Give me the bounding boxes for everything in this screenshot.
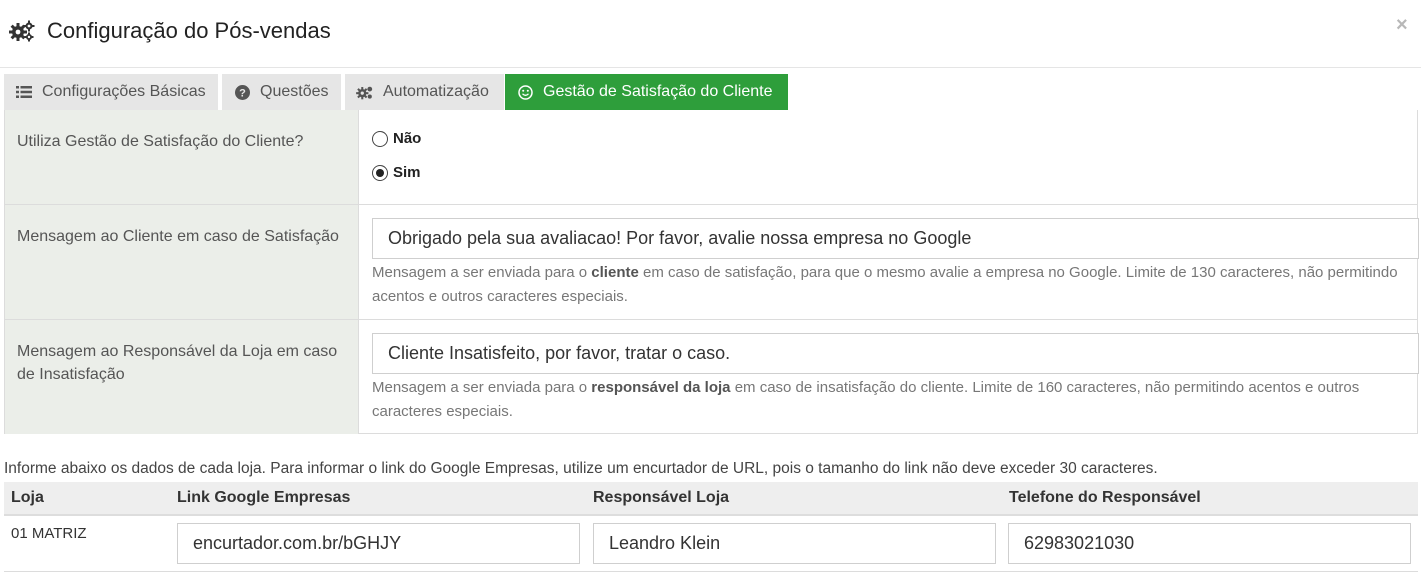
field-label: Utiliza Gestão de Satisfação do Cliente? bbox=[5, 110, 359, 204]
radio-sim[interactable]: Sim bbox=[372, 164, 421, 181]
radio-circle[interactable] bbox=[372, 130, 388, 147]
tab-label: Gestão de Satisfação do Cliente bbox=[543, 83, 773, 100]
tab-automatizacao[interactable]: Automatização bbox=[345, 74, 504, 110]
question-circle-icon: ? bbox=[233, 83, 251, 101]
column-header: Telefone do Responsável bbox=[1009, 489, 1201, 506]
tab-configuracoes-basicas[interactable]: Configurações Básicas bbox=[4, 74, 218, 110]
tab-gestao-satisfacao[interactable]: Gestão de Satisfação do Cliente bbox=[505, 74, 788, 110]
google-link-input[interactable]: encurtador.com.br/bGHJY bbox=[177, 523, 580, 564]
tab-label: Configurações Básicas bbox=[42, 83, 206, 100]
column-header: Responsável Loja bbox=[593, 489, 730, 506]
radio-nao[interactable]: Não bbox=[372, 130, 421, 147]
form-row-client-message: Mensagem ao Cliente em caso de Satisfaçã… bbox=[5, 205, 1419, 320]
form-row-manager-message: Mensagem ao Responsável da Loja em caso … bbox=[5, 320, 1419, 434]
field-label: Mensagem ao Cliente em caso de Satisfaçã… bbox=[5, 205, 359, 319]
manager-message-input[interactable]: Cliente Insatisfeito, por favor, tratar … bbox=[372, 333, 1419, 374]
help-bold: cliente bbox=[591, 264, 639, 281]
client-message-help: Mensagem a ser enviada para o cliente em… bbox=[372, 261, 1417, 308]
help-text: Mensagem a ser enviada para o bbox=[372, 264, 592, 281]
list-icon bbox=[15, 83, 33, 101]
store-name: 01 MATRIZ bbox=[11, 525, 87, 542]
modal-header: Configuração do Pós-vendas × bbox=[0, 0, 1421, 68]
stores-info-text: Informe abaixo os dados de cada loja. Pa… bbox=[4, 460, 1158, 477]
tab-label: Questões bbox=[260, 83, 329, 100]
manager-message-help: Mensagem a ser enviada para o responsáve… bbox=[372, 376, 1417, 423]
tab-questoes[interactable]: ? Questões bbox=[222, 74, 341, 110]
field-label: Mensagem ao Responsável da Loja em caso … bbox=[5, 320, 359, 434]
modal-title: Configuração do Pós-vendas bbox=[47, 18, 331, 43]
table-row: 01 MATRIZ encurtador.com.br/bGHJY Leandr… bbox=[4, 516, 1418, 572]
gears-icon bbox=[9, 20, 35, 42]
column-header: Link Google Empresas bbox=[177, 489, 351, 506]
client-message-input[interactable]: Obrigado pela sua avaliacao! Por favor, … bbox=[372, 218, 1419, 259]
satisfaction-form: Utiliza Gestão de Satisfação do Cliente?… bbox=[4, 110, 1419, 434]
smile-icon bbox=[516, 83, 534, 101]
help-bold: responsável da loja bbox=[591, 379, 731, 396]
form-row-satisfaction: Utiliza Gestão de Satisfação do Cliente?… bbox=[5, 110, 1417, 205]
radio-circle-checked[interactable] bbox=[372, 164, 388, 181]
tab-label: Automatização bbox=[383, 83, 489, 100]
store-manager-input[interactable]: Leandro Klein bbox=[593, 523, 996, 564]
radio-label: Sim bbox=[393, 164, 421, 181]
help-text: Mensagem a ser enviada para o bbox=[372, 379, 592, 396]
stores-table-header: Loja Link Google Empresas Responsável Lo… bbox=[4, 482, 1418, 516]
radio-label: Não bbox=[393, 130, 422, 147]
manager-phone-input[interactable]: 62983021030 bbox=[1008, 523, 1411, 564]
column-header: Loja bbox=[11, 489, 44, 506]
svg-text:?: ? bbox=[239, 87, 246, 99]
gears-icon bbox=[356, 83, 374, 101]
close-icon[interactable]: × bbox=[1396, 14, 1408, 37]
